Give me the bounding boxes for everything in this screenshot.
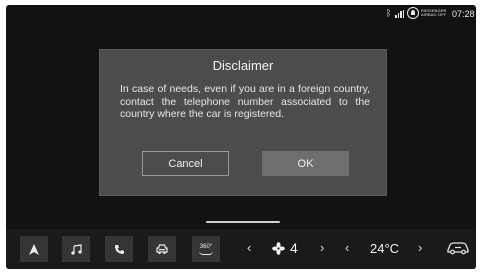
navigation-button[interactable] xyxy=(20,236,48,262)
dialog-title: Disclaimer xyxy=(212,58,274,73)
fan-icon xyxy=(272,242,285,255)
phone-button[interactable] xyxy=(105,236,133,262)
fan-increase-button[interactable]: › xyxy=(320,240,324,255)
temperature-decrease-button[interactable]: ‹ xyxy=(345,240,349,255)
navigation-icon xyxy=(29,243,39,255)
car-settings-icon[interactable] xyxy=(446,241,470,255)
airbag-line-2: AIRBAG OFF xyxy=(421,12,447,17)
fan-speed-value: 4 xyxy=(290,240,298,256)
airbag-status-text: PASSENGER AIRBAG OFF xyxy=(421,8,447,18)
infotainment-screen: ᛒ PASSENGER AIRBAG OFF 07:28 Disclaimer … xyxy=(6,5,476,269)
bottom-control-bar: 360° ‹ 4 › ‹ 24°C › xyxy=(6,229,476,269)
passenger-airbag-status: PASSENGER AIRBAG OFF xyxy=(407,7,447,19)
ok-button[interactable]: OK xyxy=(262,151,349,176)
status-bar: ᛒ PASSENGER AIRBAG OFF 07:28 xyxy=(6,5,476,23)
dialog-message: In case of needs, even if you are in a f… xyxy=(120,83,370,120)
temperature-value: 24°C xyxy=(370,241,400,256)
fan-decrease-button[interactable]: ‹ xyxy=(247,240,251,255)
vehicle-button[interactable] xyxy=(148,236,176,262)
cancel-button[interactable]: Cancel xyxy=(142,151,229,176)
temperature-increase-button[interactable]: › xyxy=(418,240,422,255)
drawer-handle[interactable] xyxy=(206,221,280,223)
360-label: 360° xyxy=(199,243,213,250)
360-camera-button[interactable]: 360° xyxy=(192,236,220,262)
airbag-off-icon xyxy=(407,7,419,19)
phone-icon xyxy=(114,244,124,254)
bluetooth-icon: ᛒ xyxy=(386,8,392,18)
music-icon xyxy=(70,243,82,255)
360-view-icon xyxy=(199,251,213,255)
car-icon xyxy=(156,244,168,254)
clock: 07:28 xyxy=(452,9,475,19)
music-button[interactable] xyxy=(62,236,90,262)
modal-overlay: Disclaimer In case of needs, even if you… xyxy=(6,23,476,228)
signal-icon xyxy=(395,10,404,18)
disclaimer-dialog: Disclaimer In case of needs, even if you… xyxy=(99,49,387,196)
